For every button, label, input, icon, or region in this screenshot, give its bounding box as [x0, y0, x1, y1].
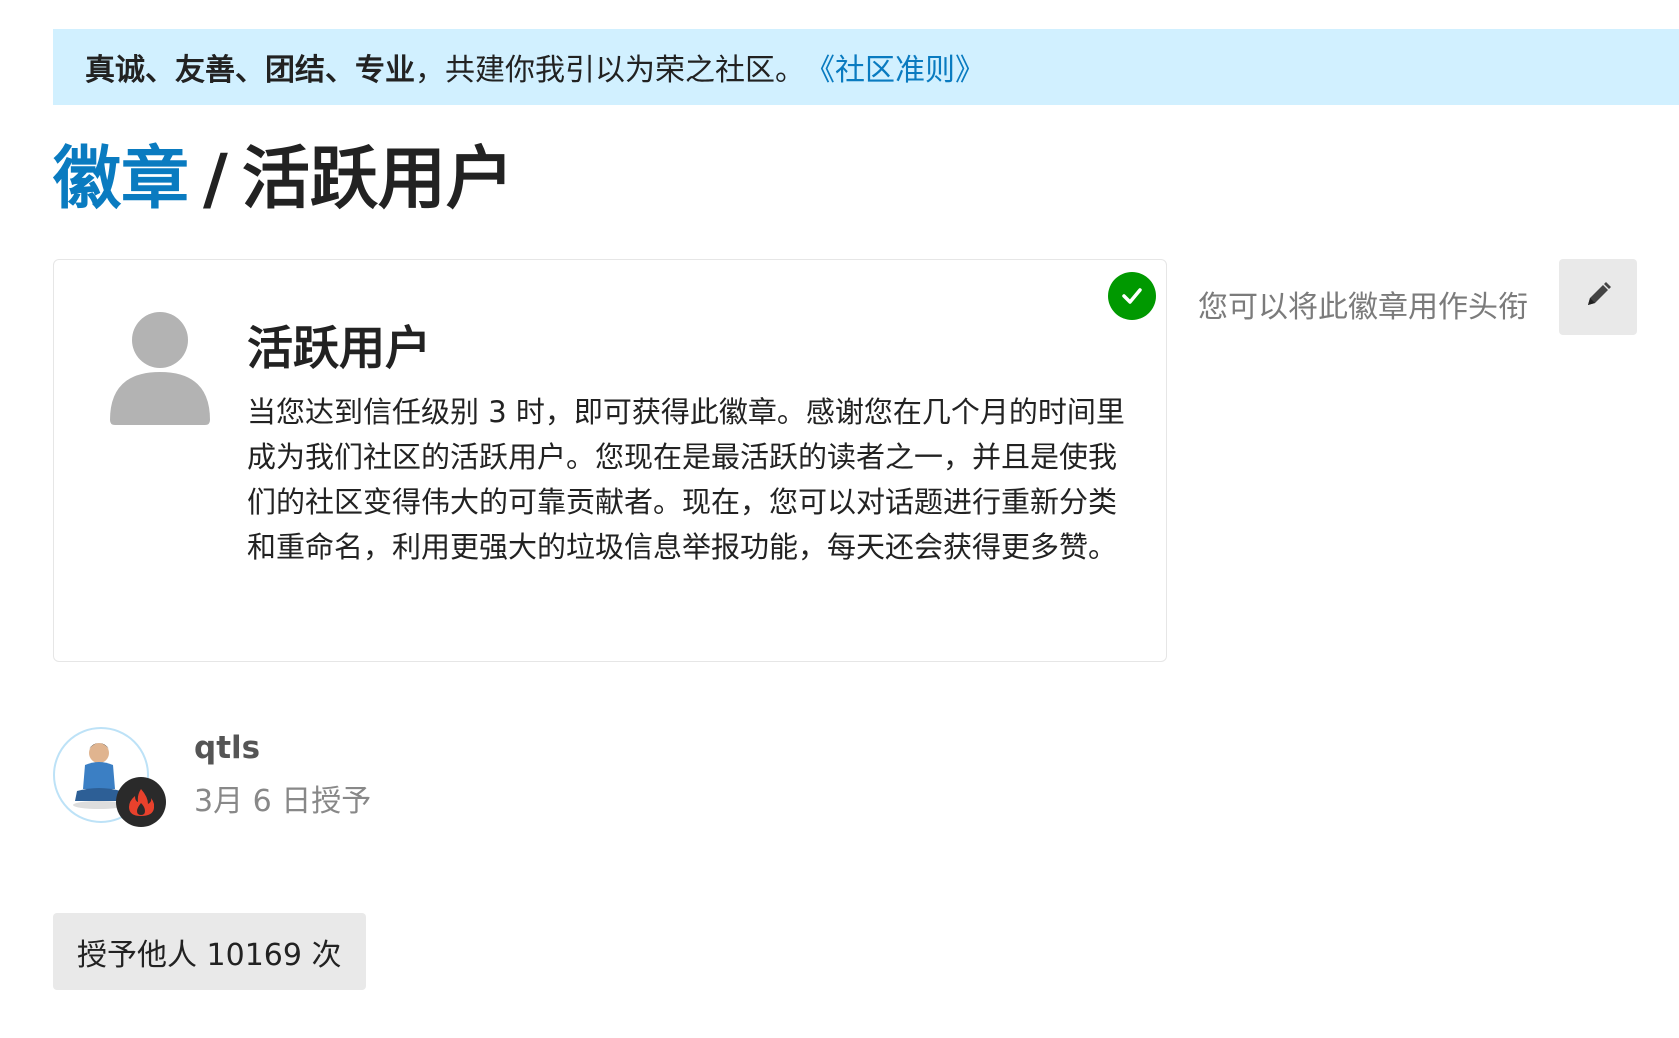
check-icon	[1108, 272, 1156, 320]
banner-bold-text: 真诚、友善、团结、专业	[85, 53, 415, 88]
banner-text: ，共建你我引以为荣之社区。	[415, 53, 805, 88]
granted-date: 3月 6 日授予	[194, 784, 372, 819]
badge-description: 当您达到信任级别 3 时，即可获得此徽章。感谢您在几个月的时间里成为我们社区的活…	[247, 395, 1125, 564]
badges-breadcrumb-link[interactable]: 徽章	[53, 140, 189, 219]
grantee-username[interactable]: qtls	[194, 730, 260, 766]
edit-title-button[interactable]	[1559, 259, 1637, 335]
user-icon	[110, 310, 210, 425]
use-as-title-hint: 您可以将此徽章用作头衔	[1198, 290, 1528, 325]
badge-name: 活跃用户	[247, 321, 431, 375]
badge-card: 活跃用户 当您达到信任级别 3 时，即可获得此徽章。感谢您在几个月的时间里成为我…	[53, 259, 1167, 662]
pencil-icon	[1582, 279, 1614, 315]
badge-title: 活跃用户	[241, 140, 514, 219]
granted-count-button[interactable]: 授予他人 10169 次	[53, 913, 366, 990]
community-guidelines-banner: 真诚、友善、团结、专业 ，共建你我引以为荣之社区。 《社区准则》	[53, 29, 1679, 105]
page-title: 徽章 / 活跃用户	[53, 140, 514, 220]
breadcrumb-separator: /	[203, 140, 228, 219]
community-guidelines-link[interactable]: 《社区准则》	[805, 45, 985, 89]
fire-icon	[116, 777, 166, 827]
